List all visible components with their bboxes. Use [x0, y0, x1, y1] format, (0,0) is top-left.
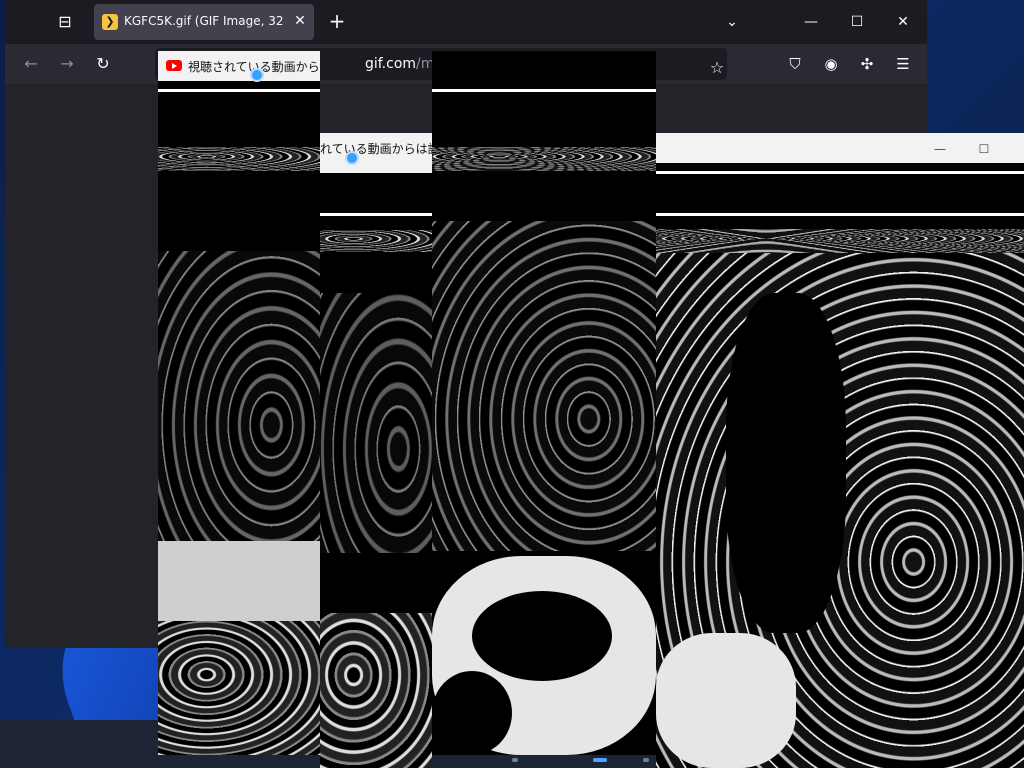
glitch-line — [432, 89, 656, 92]
glitch-waves — [432, 147, 656, 171]
tab-title: KGFC5K.gif (GIF Image, 320 × 2 — [124, 14, 284, 28]
extensions-icon[interactable]: ✣ — [855, 52, 879, 76]
forward-button[interactable]: → — [55, 52, 79, 76]
tab-gif-image[interactable]: ❯ KGFC5K.gif (GIF Image, 320 × 2 ✕ — [94, 4, 314, 40]
glitch-strip-b: れている動画からは誰も — [320, 133, 432, 768]
cursor-loading-icon — [345, 151, 359, 165]
glitch-waves — [432, 221, 656, 551]
glitch-line — [320, 213, 432, 216]
glitch-waves — [320, 293, 432, 553]
tab-list-icon[interactable]: ⊟ — [53, 10, 77, 34]
new-tab-button[interactable]: + — [325, 10, 349, 34]
ghost-maximize-icon: ☐ — [978, 142, 990, 156]
app-menu-icon[interactable]: ☰ — [891, 52, 915, 76]
back-button[interactable]: ← — [19, 52, 43, 76]
glitch-blob — [432, 671, 512, 755]
glitch-waves — [320, 230, 432, 252]
glitch-blob — [726, 293, 846, 633]
close-window-button[interactable]: ✕ — [889, 10, 917, 34]
reload-button[interactable]: ↻ — [91, 52, 115, 76]
glitch-light-area — [656, 633, 796, 768]
pocket-icon[interactable]: ⛉ — [783, 52, 807, 76]
bookmark-star-icon[interactable]: ☆ — [705, 56, 729, 80]
glitch-line — [656, 213, 1024, 216]
glitch-line — [158, 89, 320, 92]
tab-strip: ⊟ ❯ KGFC5K.gif (GIF Image, 320 × 2 ✕ + ⌄… — [5, 0, 927, 44]
youtube-logo-icon — [166, 60, 182, 71]
glitch-waves — [158, 251, 320, 541]
glitch-strip-d: — ☐ — [656, 133, 1024, 768]
cursor-loading-icon — [250, 68, 264, 82]
glitch-waves — [320, 613, 432, 768]
ghost-overlay-text: れている動画からは誰も — [320, 142, 432, 156]
url-host: gif.com — [365, 56, 417, 72]
glitch-blob — [472, 591, 612, 681]
close-tab-icon[interactable]: ✕ — [292, 13, 308, 29]
glitch-strip-a: 視聴されている動画からは誰 — [158, 51, 320, 755]
glitch-line — [656, 171, 1024, 174]
ghost-window-bar: — ☐ — [656, 133, 1024, 163]
minimize-window-button[interactable]: — — [797, 10, 825, 34]
glitch-strip-c — [432, 51, 656, 755]
glitch-waves — [656, 229, 1024, 253]
taskbar-active-indicator — [593, 758, 607, 762]
glitch-band — [158, 541, 320, 621]
taskbar-dot — [512, 758, 518, 762]
glitch-waves — [158, 147, 320, 171]
ghost-youtube-bar: れている動画からは誰も — [320, 133, 432, 173]
maximize-window-button[interactable]: ☐ — [843, 10, 871, 34]
account-icon[interactable]: ◉ — [819, 52, 843, 76]
ghost-youtube-bar: 視聴されている動画からは誰 — [158, 51, 320, 82]
tab-overflow-chevron-down-icon[interactable]: ⌄ — [720, 10, 744, 34]
gif-favicon-icon: ❯ — [102, 14, 118, 30]
glitch-waves — [158, 621, 320, 755]
taskbar-dot — [643, 758, 649, 762]
ghost-minimize-icon: — — [934, 142, 946, 156]
